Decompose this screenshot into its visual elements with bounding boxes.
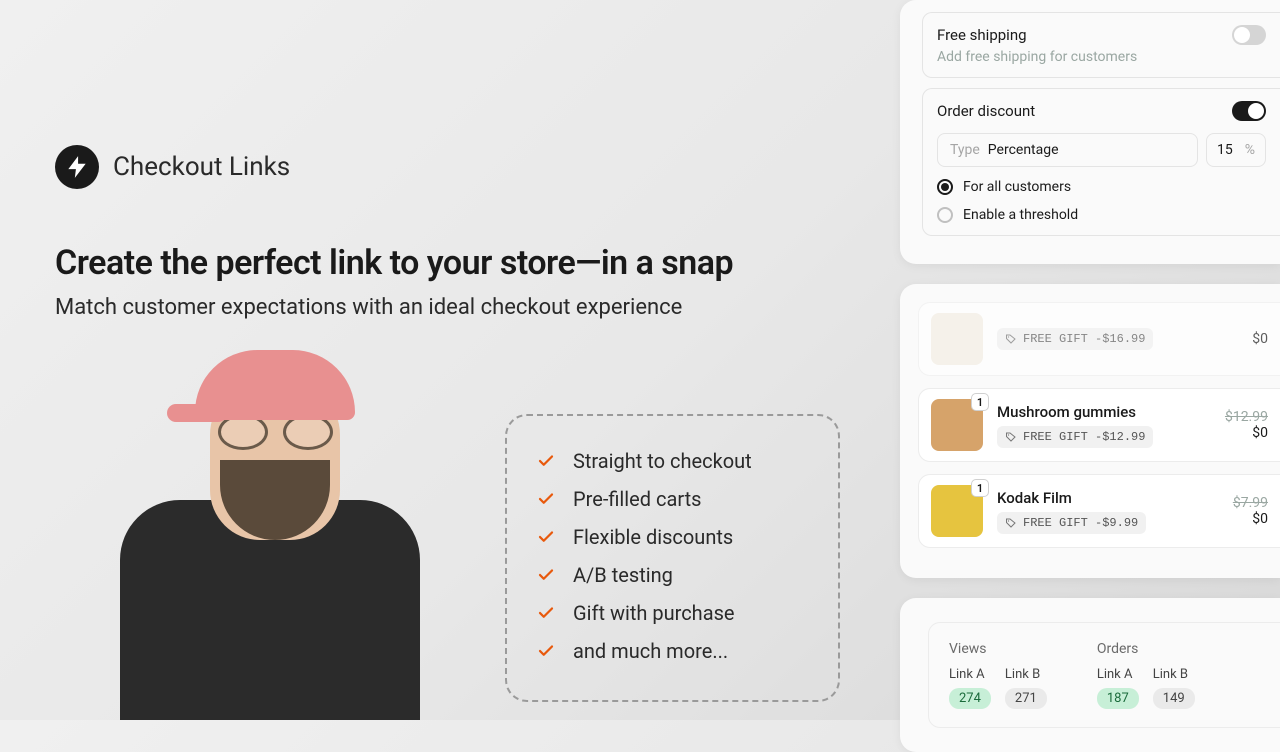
- ab-stats-card: Views Link A 274 Link B 271 Orders L: [900, 598, 1280, 752]
- discount-type-value: Percentage: [988, 142, 1059, 158]
- check-icon: [537, 490, 555, 508]
- discount-amount-input[interactable]: 15 %: [1206, 133, 1266, 167]
- item-name: Kodak Film: [997, 489, 1219, 507]
- brand-row: Checkout Links: [55, 145, 815, 189]
- discount-amount-value: 15: [1217, 142, 1233, 158]
- orders-link-b-label: Link B: [1153, 667, 1188, 682]
- radio-label: Enable a threshold: [963, 207, 1078, 223]
- order-discount-toggle[interactable]: [1232, 101, 1266, 121]
- item-new-price: $0: [1225, 425, 1268, 441]
- free-shipping-setting: Free shipping Add free shipping for cust…: [922, 12, 1280, 78]
- discount-type-select[interactable]: Type Percentage: [937, 133, 1198, 167]
- item-prices: $0: [1252, 331, 1268, 347]
- free-shipping-sub: Add free shipping for customers: [937, 49, 1266, 65]
- page-subtitle: Match customer expectations with an idea…: [55, 295, 815, 320]
- item-thumbnail: [931, 313, 983, 365]
- feature-item: Straight to checkout: [537, 442, 808, 480]
- discount-amount-unit: %: [1245, 142, 1255, 158]
- feature-label: Straight to checkout: [573, 449, 752, 473]
- item-thumbnail: 1: [931, 399, 983, 451]
- feature-item: Flexible discounts: [537, 518, 808, 556]
- orders-link-b-value: 149: [1153, 688, 1195, 709]
- feature-label: A/B testing: [573, 563, 673, 587]
- views-column: Views Link A 274 Link B 271: [949, 641, 1047, 709]
- bolt-icon: [55, 145, 99, 189]
- feature-item: A/B testing: [537, 556, 808, 594]
- item-prices: $7.99$0: [1233, 495, 1268, 527]
- gift-item-row: 1 Mushroom gummies FREE GIFT -$12.99 $12.99…: [918, 388, 1280, 462]
- presenter-photo: [100, 350, 440, 720]
- order-discount-setting: Order discount Type Percentage 15 % For …: [922, 88, 1280, 236]
- free-gift-badge: FREE GIFT -$16.99: [997, 328, 1153, 350]
- tag-icon: [1005, 517, 1017, 529]
- free-shipping-toggle[interactable]: [1232, 25, 1266, 45]
- check-icon: [537, 528, 555, 546]
- feature-label: Flexible discounts: [573, 525, 733, 549]
- orders-link-a-label: Link A: [1097, 667, 1133, 682]
- item-old-price: $7.99: [1233, 495, 1268, 511]
- feature-label: Gift with purchase: [573, 601, 735, 625]
- radio-icon: [937, 179, 953, 195]
- tag-icon: [1005, 431, 1017, 443]
- views-link-a-value: 274: [949, 688, 991, 709]
- item-new-price: $0: [1233, 511, 1268, 527]
- feature-label: Pre-filled carts: [573, 487, 701, 511]
- tag-icon: [1005, 333, 1017, 345]
- item-name: Mushroom gummies: [997, 403, 1211, 421]
- views-link-b-value: 271: [1005, 688, 1047, 709]
- radio-all-customers[interactable]: For all customers: [937, 179, 1266, 195]
- item-prices: $12.99$0: [1225, 409, 1268, 441]
- feature-item: Pre-filled carts: [537, 480, 808, 518]
- page-title: Create the perfect link to your store—in…: [55, 243, 815, 283]
- free-shipping-label: Free shipping: [937, 26, 1027, 44]
- free-gift-badge: FREE GIFT -$12.99: [997, 426, 1153, 448]
- item-old-price: $12.99: [1225, 409, 1268, 425]
- gift-item-row: FREE GIFT -$16.99 $0: [918, 302, 1280, 376]
- views-link-a-label: Link A: [949, 667, 985, 682]
- check-icon: [537, 452, 555, 470]
- gift-item-row: 1 Kodak Film FREE GIFT -$9.99 $7.99$0: [918, 474, 1280, 548]
- settings-card: Free shipping Add free shipping for cust…: [900, 0, 1280, 264]
- discount-type-prefix: Type: [950, 142, 980, 158]
- item-qty-badge: 1: [971, 479, 989, 497]
- orders-column: Orders Link A 187 Link B 149: [1097, 641, 1195, 709]
- feature-item: and much more...: [537, 632, 808, 670]
- item-qty-badge: 1: [971, 393, 989, 411]
- radio-enable-threshold[interactable]: Enable a threshold: [937, 207, 1266, 223]
- free-gift-badge: FREE GIFT -$9.99: [997, 512, 1146, 534]
- orders-title: Orders: [1097, 641, 1195, 657]
- feature-list: Straight to checkout Pre-filled carts Fl…: [505, 414, 840, 702]
- radio-icon: [937, 207, 953, 223]
- feature-label: and much more...: [573, 639, 728, 663]
- brand-name: Checkout Links: [113, 152, 290, 182]
- check-icon: [537, 566, 555, 584]
- check-icon: [537, 642, 555, 660]
- orders-link-a-value: 187: [1097, 688, 1139, 709]
- radio-label: For all customers: [963, 179, 1071, 195]
- views-title: Views: [949, 641, 1047, 657]
- item-thumbnail: 1: [931, 485, 983, 537]
- gift-items-card: FREE GIFT -$16.99 $0 1 Mushroom gummies FREE…: [900, 284, 1280, 578]
- item-new-price: $0: [1252, 331, 1268, 347]
- order-discount-label: Order discount: [937, 102, 1035, 120]
- feature-item: Gift with purchase: [537, 594, 808, 632]
- views-link-b-label: Link B: [1005, 667, 1040, 682]
- check-icon: [537, 604, 555, 622]
